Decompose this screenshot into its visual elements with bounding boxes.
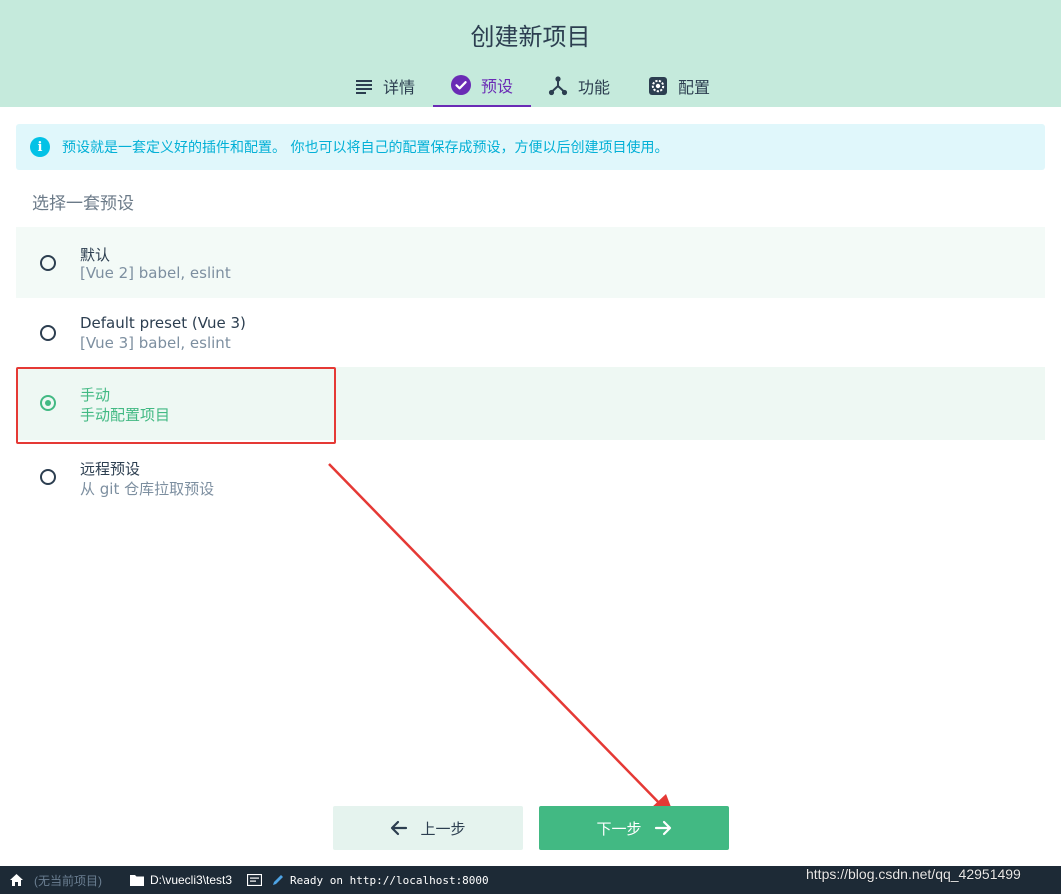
radio-button[interactable] <box>40 325 56 341</box>
features-branch-icon <box>548 75 568 95</box>
arrow-left-icon <box>391 820 408 836</box>
step-tabs: 详情 预设 功能 配置 <box>0 64 1061 107</box>
watermark: https://blog.csdn.net/qq_42951499 <box>806 866 1021 882</box>
radio-button-selected[interactable] <box>40 395 56 411</box>
tab-config-label: 配置 <box>677 77 710 97</box>
folder-path[interactable]: D:\vuecli3\test3 <box>130 866 232 894</box>
previous-step-button[interactable]: 上一步 <box>333 806 523 850</box>
preset-default-vue3[interactable]: Default preset (Vue 3) [Vue 3] babel, es… <box>16 297 1045 368</box>
info-banner: i 预设就是一套定义好的插件和配置。 你也可以将自己的配置保存成预设，方便以后创… <box>16 124 1045 170</box>
tab-config[interactable]: 配置 <box>640 64 718 107</box>
tab-presets[interactable]: 预设 <box>433 64 531 107</box>
info-icon: i <box>30 137 50 157</box>
preset-description: [Vue 3] babel, eslint <box>80 334 231 352</box>
preset-name: 默认 <box>80 246 111 264</box>
tab-details[interactable]: 详情 <box>340 64 430 107</box>
preset-name: 手动 <box>80 386 111 404</box>
radio-button[interactable] <box>40 469 56 485</box>
preset-manual[interactable]: 手动 手动配置项目 <box>16 367 1045 440</box>
server-status-text: Ready on http://localhost:8000 <box>290 873 489 887</box>
preset-default[interactable]: 默认 [Vue 2] babel, eslint <box>16 227 1045 298</box>
arrow-right-icon <box>654 820 671 836</box>
radio-button[interactable] <box>40 255 56 271</box>
check-circle-icon <box>450 74 471 95</box>
preset-name: Default preset (Vue 3) <box>80 314 246 332</box>
details-list-icon <box>355 79 372 94</box>
terminal-icon <box>247 874 262 886</box>
gear-icon <box>648 76 667 95</box>
page-title: 创建新项目 <box>470 23 591 51</box>
home-button[interactable] <box>10 866 23 894</box>
preset-description: 手动配置项目 <box>80 406 171 424</box>
tab-features-label: 功能 <box>577 77 610 97</box>
header: 创建新项目 详情 预设 功能 配置 <box>0 0 1061 107</box>
folder-path-text: D:\vuecli3\test3 <box>150 873 233 887</box>
home-icon <box>10 874 23 886</box>
tab-presets-label: 预设 <box>480 76 513 96</box>
tab-details-label: 详情 <box>382 77 415 97</box>
next-step-label: 下一步 <box>596 819 642 838</box>
terminal-button[interactable] <box>247 866 262 894</box>
preset-description: 从 git 仓库拉取预设 <box>80 480 215 498</box>
server-status: Ready on http://localhost:8000 <box>272 866 489 894</box>
preset-name: 远程预设 <box>80 460 141 478</box>
tab-features[interactable]: 功能 <box>540 64 618 107</box>
section-title: 选择一套预设 <box>32 194 134 214</box>
previous-step-label: 上一步 <box>420 819 466 838</box>
preset-remote[interactable]: 远程预设 从 git 仓库拉取预设 <box>16 441 1045 512</box>
folder-icon <box>130 875 144 886</box>
pencil-icon <box>273 875 283 885</box>
info-text: 预设就是一套定义好的插件和配置。 你也可以将自己的配置保存成预设，方便以后创建项… <box>62 140 669 156</box>
preset-description: [Vue 2] babel, eslint <box>80 264 231 282</box>
next-step-button[interactable]: 下一步 <box>539 806 729 850</box>
current-project-status[interactable]: (无当前项目) <box>34 866 102 894</box>
